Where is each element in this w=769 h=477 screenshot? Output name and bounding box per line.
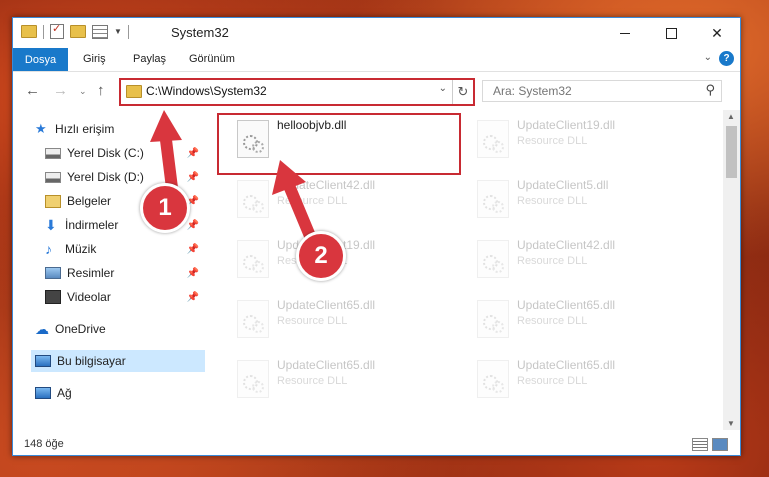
arrow-2 [284,182,316,242]
arrow-1 [160,134,178,194]
step-badge-2: 2 [296,231,346,281]
step-badge-1: 1 [140,183,190,233]
arrow-1-head [150,110,182,142]
annotation-arrows [150,110,316,242]
